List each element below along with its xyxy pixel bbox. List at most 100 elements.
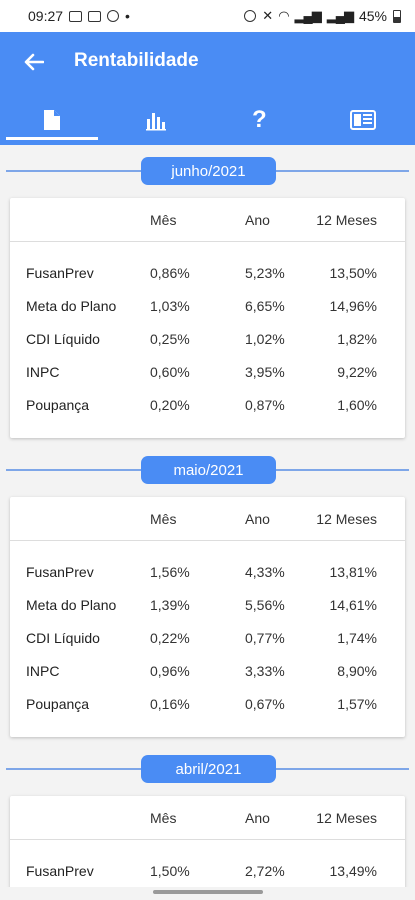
header-ano: Ano (245, 511, 270, 527)
cell-ano: 3,33% (245, 663, 285, 679)
table-row: FusanPrev 1,50% 2,72% 13,49% (10, 854, 405, 887)
cell-mes: 0,16% (150, 696, 190, 712)
row-label: INPC (26, 663, 60, 679)
chrome-icon (107, 10, 120, 22)
status-time: 09:27 (28, 8, 64, 24)
row-label: FusanPrev (26, 863, 94, 879)
home-indicator[interactable] (153, 890, 263, 894)
tab-document[interactable] (0, 94, 104, 145)
cell-12-meses: 8,90% (337, 663, 377, 679)
status-left: 09:27 • (28, 8, 130, 24)
youtube-icon (88, 10, 102, 22)
cell-12-meses: 1,74% (337, 630, 377, 646)
table-row: FusanPrev 1,56% 4,33% 13,81% (10, 555, 405, 588)
app-bar: Rentabilidade ? (0, 32, 415, 145)
table-row: CDI Líquido 0,25% 1,02% 1,82% (10, 322, 405, 355)
cell-mes: 1,56% (150, 564, 190, 580)
table-header: Mês Ano 12 Meses (10, 796, 405, 840)
back-button[interactable] (20, 48, 48, 76)
tab-report[interactable] (311, 94, 415, 145)
row-label: CDI Líquido (26, 630, 100, 646)
period-header: maio/2021 (0, 456, 415, 494)
tab-help[interactable]: ? (208, 94, 312, 145)
cell-mes: 1,03% (150, 298, 190, 314)
cell-mes: 0,96% (150, 663, 190, 679)
tab-chart[interactable] (104, 94, 208, 145)
back-arrow-icon (24, 53, 44, 71)
row-label: FusanPrev (26, 265, 94, 281)
table-row: CDI Líquido 0,22% 0,77% 1,74% (10, 621, 405, 654)
cell-ano: 2,72% (245, 863, 285, 879)
alarm-icon (244, 10, 257, 22)
cell-mes: 0,20% (150, 397, 190, 413)
bar-chart-icon (145, 112, 166, 130)
cell-mes: 0,60% (150, 364, 190, 380)
help-icon: ? (252, 105, 267, 133)
cell-12-meses: 13,50% (329, 265, 377, 281)
cell-ano: 3,95% (245, 364, 285, 380)
cell-ano: 5,23% (245, 265, 285, 281)
returns-card: Mês Ano 12 Meses FusanPrev 1,50% 2,72% 1… (10, 796, 405, 887)
header-12-meses: 12 Meses (316, 511, 377, 527)
period-label: abril/2021 (141, 755, 276, 783)
signal-2-icon: ▂▄▆ (326, 8, 354, 23)
table-header: Mês Ano 12 Meses (10, 198, 405, 242)
wifi-icon: ◠ (278, 8, 289, 23)
returns-card: Mês Ano 12 Meses FusanPrev 0,86% 5,23% 1… (10, 198, 405, 438)
cell-12-meses: 14,96% (329, 298, 377, 314)
cell-12-meses: 9,22% (337, 364, 377, 380)
cell-12-meses: 1,82% (337, 331, 377, 347)
cell-12-meses: 13,49% (329, 863, 377, 879)
battery-icon (393, 9, 401, 23)
period-label: junho/2021 (141, 157, 276, 185)
table-header: Mês Ano 12 Meses (10, 497, 405, 541)
header-mes: Mês (150, 810, 177, 826)
cell-mes: 0,25% (150, 331, 190, 347)
period-header: junho/2021 (0, 157, 415, 195)
returns-card: Mês Ano 12 Meses FusanPrev 1,56% 4,33% 1… (10, 497, 405, 737)
cell-mes: 1,39% (150, 597, 190, 613)
row-label: INPC (26, 364, 60, 380)
status-bar: 09:27 • ✕ ◠ ▂▄▆ ▂▄▆ 45% (0, 0, 415, 32)
table-row: Poupança 0,16% 0,67% 1,57% (10, 687, 405, 720)
cell-ano: 0,77% (245, 630, 285, 646)
table-row: Poupança 0,20% 0,87% 1,60% (10, 388, 405, 421)
header-12-meses: 12 Meses (316, 810, 377, 826)
cell-mes: 1,50% (150, 863, 190, 879)
page-title: Rentabilidade (74, 50, 199, 71)
header-ano: Ano (245, 810, 270, 826)
row-label: Poupança (26, 696, 90, 712)
row-label: Poupança (26, 397, 90, 413)
cell-ano: 0,87% (245, 397, 285, 413)
row-label: Meta do Plano (26, 298, 117, 314)
battery-percent: 45% (358, 8, 387, 24)
report-icon (350, 109, 377, 130)
tab-bar: ? (0, 94, 415, 145)
row-label: FusanPrev (26, 564, 94, 580)
cell-12-meses: 14,61% (329, 597, 377, 613)
status-dot: • (125, 8, 130, 24)
cell-12-meses: 1,57% (337, 696, 377, 712)
content-list[interactable]: junho/2021 Mês Ano 12 Meses FusanPrev 0,… (0, 145, 415, 887)
cell-mes: 0,86% (150, 265, 190, 281)
cell-ano: 1,02% (245, 331, 285, 347)
period-label: maio/2021 (141, 456, 276, 484)
table-row: Meta do Plano 1,03% 6,65% 14,96% (10, 289, 405, 322)
cell-mes: 0,22% (150, 630, 190, 646)
signal-icon: ▂▄▆ (294, 8, 322, 23)
row-label: CDI Líquido (26, 331, 100, 347)
cell-ano: 4,33% (245, 564, 285, 580)
status-right: ✕ ◠ ▂▄▆ ▂▄▆ 45% (244, 8, 401, 24)
cell-ano: 0,67% (245, 696, 285, 712)
header-mes: Mês (150, 511, 177, 527)
header-mes: Mês (150, 212, 177, 228)
row-label: Meta do Plano (26, 597, 117, 613)
table-row: Meta do Plano 1,39% 5,56% 14,61% (10, 588, 405, 621)
cell-ano: 6,65% (245, 298, 285, 314)
table-row: FusanPrev 0,86% 5,23% 13,50% (10, 256, 405, 289)
cell-12-meses: 13,81% (329, 564, 377, 580)
header-12-meses: 12 Meses (316, 212, 377, 228)
cell-12-meses: 1,60% (337, 397, 377, 413)
header-ano: Ano (245, 212, 270, 228)
table-row: INPC 0,60% 3,95% 9,22% (10, 355, 405, 388)
